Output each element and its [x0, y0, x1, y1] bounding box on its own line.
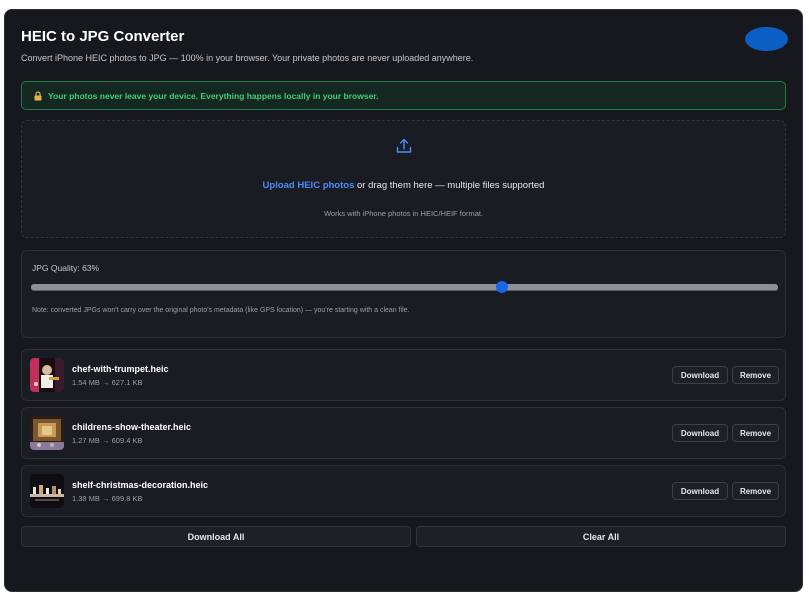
page-subtitle: Convert iPhone HEIC photos to JPG — 100%…: [21, 53, 474, 63]
file-thumbnail: [30, 474, 64, 508]
file-row: shelf-christmas-decoration.heic 1.38 MB …: [21, 465, 786, 517]
remove-button[interactable]: Remove: [732, 482, 779, 500]
download-all-button[interactable]: Download All: [21, 526, 411, 547]
quality-slider[interactable]: [31, 281, 778, 293]
file-thumbnail: [30, 358, 64, 392]
metadata-note: Note: converted JPGs won't carry over th…: [32, 307, 410, 314]
dropzone-instructions: Upload HEIC photos or drag them here — m…: [22, 180, 785, 191]
privacy-notice-text: Your photos never leave your device. Eve…: [48, 90, 379, 101]
file-size: 1.38 MB → 699.8 KB: [72, 494, 143, 503]
quality-panel: JPG Quality: 63% Note: converted JPGs wo…: [21, 250, 786, 338]
page-title: HEIC to JPG Converter: [21, 28, 185, 45]
download-button[interactable]: Download: [672, 366, 728, 384]
privacy-notice: Your photos never leave your device. Eve…: [21, 81, 786, 110]
remove-button[interactable]: Remove: [732, 424, 779, 442]
theme-toggle[interactable]: [745, 27, 788, 51]
file-size: 1.27 MB → 609.4 KB: [72, 436, 143, 445]
clear-all-button[interactable]: Clear All: [416, 526, 786, 547]
download-button[interactable]: Download: [672, 424, 728, 442]
file-name: chef-with-trumpet.heic: [72, 364, 169, 374]
file-thumbnail: [30, 416, 64, 450]
file-size: 1.54 MB → 627.1 KB: [72, 378, 143, 387]
upload-icon: [396, 138, 412, 153]
lock-icon: [34, 90, 42, 100]
dropzone-hint: Works with iPhone photos in HEIC/HEIF fo…: [323, 209, 484, 218]
file-row: childrens-show-theater.heic 1.27 MB → 60…: [21, 407, 786, 459]
quality-label: JPG Quality: 63%: [32, 263, 100, 273]
drag-text: or drag them here — multiple files suppo…: [354, 180, 545, 191]
file-row: chef-with-trumpet.heic 1.54 MB → 627.1 K…: [21, 349, 786, 401]
file-name: shelf-christmas-decoration.heic: [72, 480, 209, 490]
converter-card: HEIC to JPG Converter Convert iPhone HEI…: [4, 9, 803, 592]
remove-button[interactable]: Remove: [732, 366, 779, 384]
download-button[interactable]: Download: [672, 482, 728, 500]
upload-link[interactable]: Upload HEIC photos: [263, 180, 355, 191]
file-name: childrens-show-theater.heic: [72, 422, 192, 432]
quality-slider-thumb[interactable]: [495, 281, 508, 293]
upload-dropzone[interactable]: Upload HEIC photos or drag them here — m…: [21, 120, 786, 238]
